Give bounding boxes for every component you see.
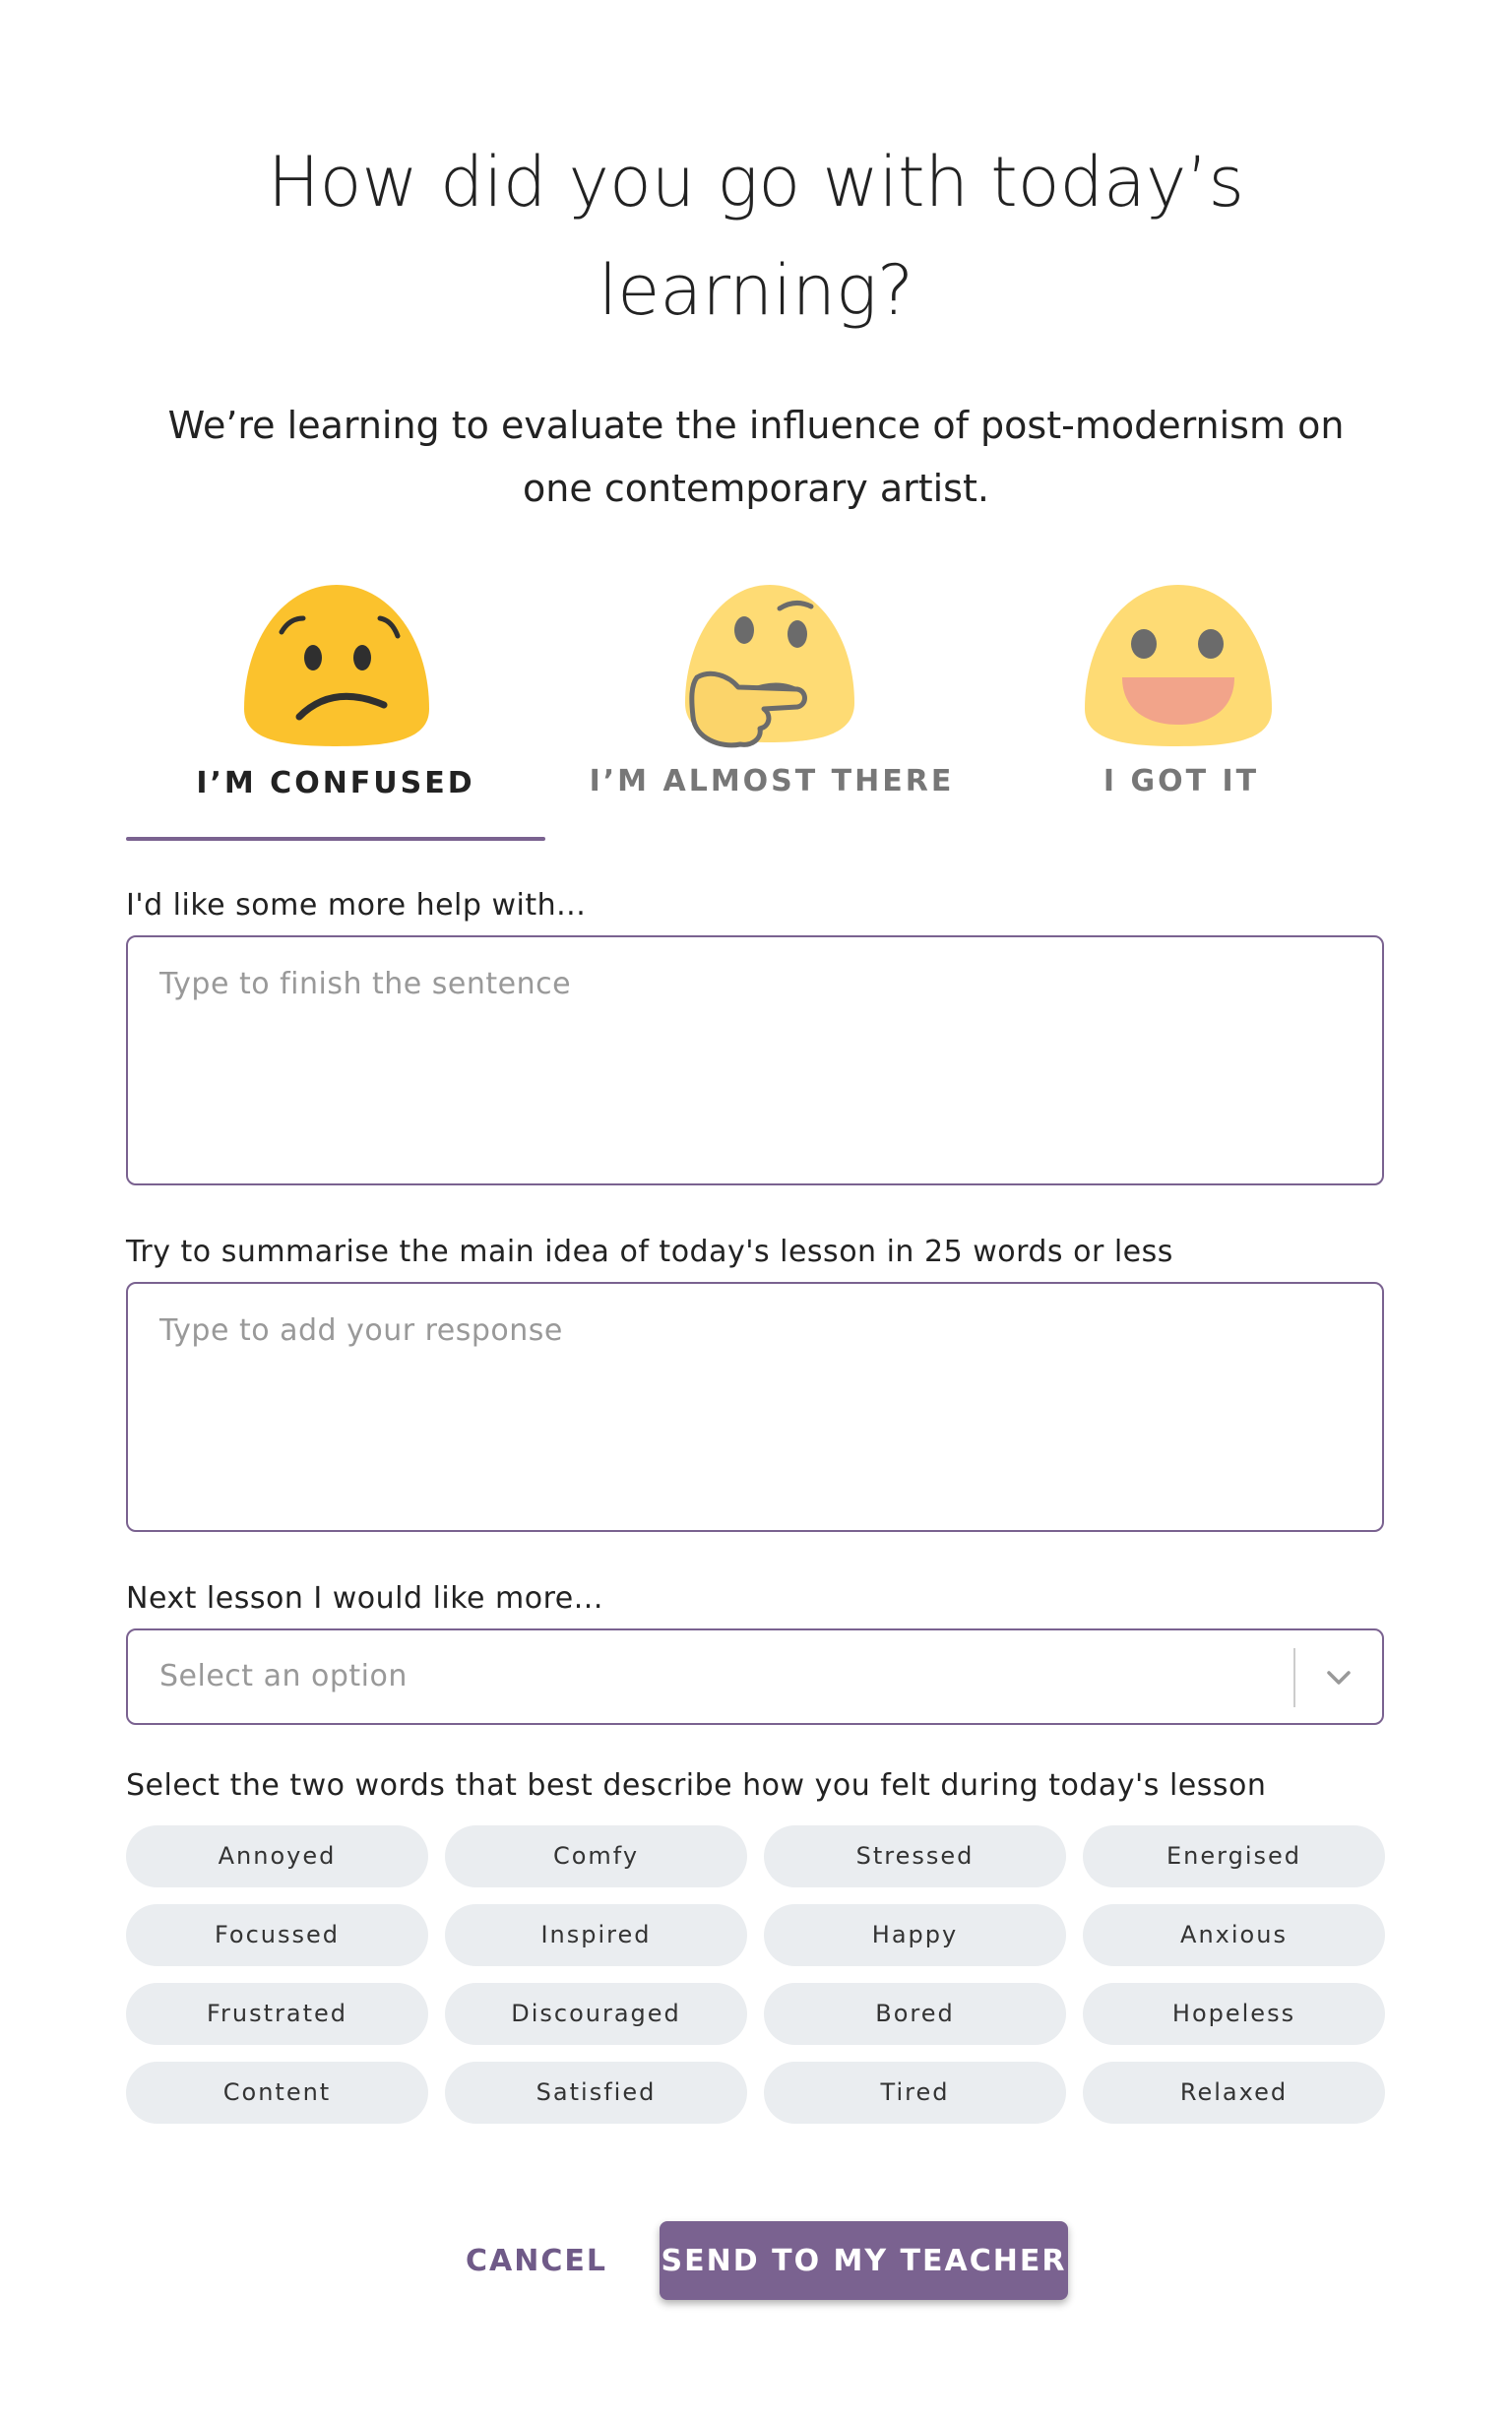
feeling-chip-comfy[interactable]: Comfy: [445, 1825, 747, 1887]
feeling-chip-satisfied[interactable]: Satisfied: [445, 2062, 747, 2124]
active-tab-indicator: [126, 837, 545, 841]
feelings-label: Select the two words that best describe …: [126, 1768, 1267, 1803]
page-title-line-1: How did you go with today’s: [268, 142, 1244, 223]
tab-almost-there[interactable]: I’M ALMOST THERE: [575, 571, 969, 847]
thinking-face-icon: [685, 585, 854, 748]
summary-field-label: Try to summarise the main idea of today'…: [126, 1235, 1173, 1269]
feeling-chip-anxious[interactable]: Anxious: [1083, 1904, 1385, 1966]
feeling-chip-hopeless[interactable]: Hopeless: [1083, 1983, 1385, 2045]
learning-objective: We’re learning to evaluate the influence…: [128, 394, 1384, 520]
feeling-chip-happy[interactable]: Happy: [764, 1904, 1066, 1966]
tab-almost-there-label: I’M ALMOST THERE: [589, 764, 955, 798]
learning-objective-line-1: We’re learning to evaluate the influence…: [167, 404, 1345, 447]
page-title-line-2: learning?: [598, 250, 914, 331]
feelings-chips: Annoyed Comfy Stressed Energised Focusse…: [126, 1825, 1386, 2124]
feeling-chip-tired[interactable]: Tired: [764, 2062, 1066, 2124]
feeling-chip-discouraged[interactable]: Discouraged: [445, 1983, 747, 2045]
feeling-chip-frustrated[interactable]: Frustrated: [126, 1983, 428, 2045]
summary-field[interactable]: [126, 1282, 1384, 1532]
feeling-chip-relaxed[interactable]: Relaxed: [1083, 2062, 1385, 2124]
smiling-face-icon: [1085, 585, 1272, 746]
feeling-chip-content[interactable]: Content: [126, 2062, 428, 2124]
feeling-chip-focussed[interactable]: Focussed: [126, 1904, 428, 1966]
feeling-chip-stressed[interactable]: Stressed: [764, 1825, 1066, 1887]
tab-confused-label: I’M CONFUSED: [196, 766, 475, 800]
feeling-chip-energised[interactable]: Energised: [1083, 1825, 1385, 1887]
tab-confused[interactable]: I’M CONFUSED: [126, 571, 545, 847]
next-lesson-label: Next lesson I would like more...: [126, 1581, 603, 1616]
tab-got-it-label: I GOT IT: [1102, 764, 1260, 798]
confused-face-icon: [244, 585, 429, 746]
help-field-label: I'd like some more help with...: [126, 888, 587, 923]
help-field[interactable]: [126, 935, 1384, 1185]
select-divider: [1293, 1648, 1295, 1707]
cancel-button[interactable]: CANCEL: [463, 2221, 610, 2300]
page-title: How did you go with today’s learning?: [0, 128, 1512, 345]
feeling-chip-inspired[interactable]: Inspired: [445, 1904, 747, 1966]
tab-got-it[interactable]: I GOT IT: [998, 571, 1364, 847]
feeling-chip-bored[interactable]: Bored: [764, 1983, 1066, 2045]
feeling-chip-annoyed[interactable]: Annoyed: [126, 1825, 428, 1887]
understanding-tabs: I’M CONFUSED I’M ALMOST THERE I GOT IT: [0, 571, 1512, 847]
next-lesson-placeholder: Select an option: [159, 1659, 408, 1693]
send-to-teacher-button[interactable]: SEND TO MY TEACHER: [660, 2221, 1068, 2300]
learning-objective-line-2: one contemporary artist.: [523, 467, 989, 510]
next-lesson-select[interactable]: Select an option: [126, 1628, 1384, 1725]
chevron-down-icon[interactable]: [1319, 1658, 1358, 1697]
